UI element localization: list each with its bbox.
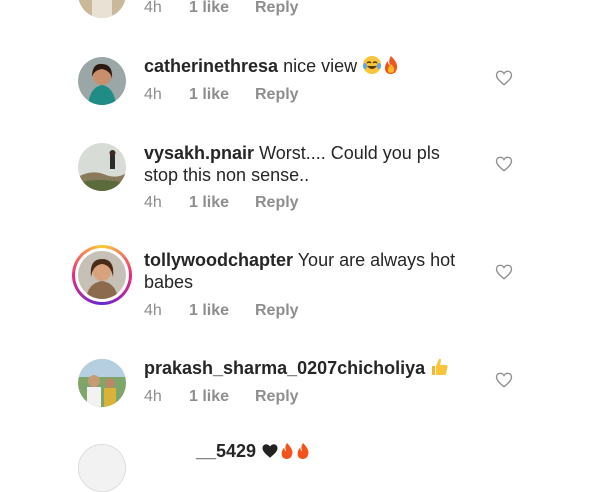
comment-text: __5429 bbox=[196, 440, 526, 465]
fire-emoji bbox=[382, 55, 400, 80]
reply-button[interactable]: Reply bbox=[255, 0, 299, 18]
comment-meta: 4h 1 like Reply bbox=[144, 85, 299, 105]
avatar-story-ring[interactable] bbox=[72, 245, 132, 305]
heart-icon[interactable] bbox=[495, 263, 513, 281]
reply-button[interactable]: Reply bbox=[255, 387, 299, 407]
fire-emoji bbox=[279, 442, 295, 465]
comment-text: prakash_sharma_0207chicholiya bbox=[144, 357, 474, 382]
avatar[interactable] bbox=[78, 0, 126, 18]
black-heart-emoji bbox=[261, 442, 279, 465]
comment-meta: 4h 1 like Reply bbox=[144, 301, 299, 321]
timestamp: 4h bbox=[144, 388, 162, 405]
avatar[interactable] bbox=[78, 444, 126, 492]
avatar[interactable] bbox=[78, 57, 126, 105]
heart-icon[interactable] bbox=[495, 69, 513, 87]
comment-body: nice view bbox=[283, 56, 358, 76]
comment-meta: 4h 1 like Reply bbox=[144, 193, 299, 213]
comment-text: tollywoodchapter Your are always hot bab… bbox=[144, 249, 474, 293]
timestamp: 4h bbox=[144, 194, 162, 211]
like-count[interactable]: 1 like bbox=[189, 193, 255, 213]
username[interactable]: __5429 bbox=[196, 441, 256, 461]
avatar[interactable] bbox=[78, 359, 126, 407]
comment-text: vysakh.pnair Worst.... Could you pls sto… bbox=[144, 142, 474, 186]
comment-meta: 4h 1 like Reply bbox=[144, 0, 299, 18]
joy-emoji bbox=[362, 55, 382, 80]
like-count[interactable]: 1 like bbox=[189, 387, 255, 407]
username[interactable]: catherinethresa bbox=[144, 56, 278, 76]
like-count[interactable]: 1 like bbox=[189, 301, 255, 321]
username[interactable]: prakash_sharma_0207chicholiya bbox=[144, 358, 425, 378]
thumbs-up-emoji bbox=[430, 357, 450, 382]
reply-button[interactable]: Reply bbox=[255, 193, 299, 213]
avatar[interactable] bbox=[78, 143, 126, 191]
comment-text: catherinethresa nice view bbox=[144, 55, 474, 80]
comment-meta: 4h 1 like Reply bbox=[144, 387, 299, 407]
timestamp: 4h bbox=[144, 86, 162, 103]
like-count[interactable]: 1 like bbox=[189, 0, 255, 18]
heart-icon[interactable] bbox=[495, 155, 513, 173]
like-count[interactable]: 1 like bbox=[189, 85, 255, 105]
timestamp: 4h bbox=[144, 302, 162, 319]
reply-button[interactable]: Reply bbox=[255, 85, 299, 105]
username[interactable]: vysakh.pnair bbox=[144, 143, 254, 163]
heart-icon[interactable] bbox=[495, 371, 513, 389]
username[interactable]: tollywoodchapter bbox=[144, 250, 293, 270]
reply-button[interactable]: Reply bbox=[255, 301, 299, 321]
timestamp: 4h bbox=[144, 0, 162, 16]
fire-emoji bbox=[295, 442, 311, 465]
